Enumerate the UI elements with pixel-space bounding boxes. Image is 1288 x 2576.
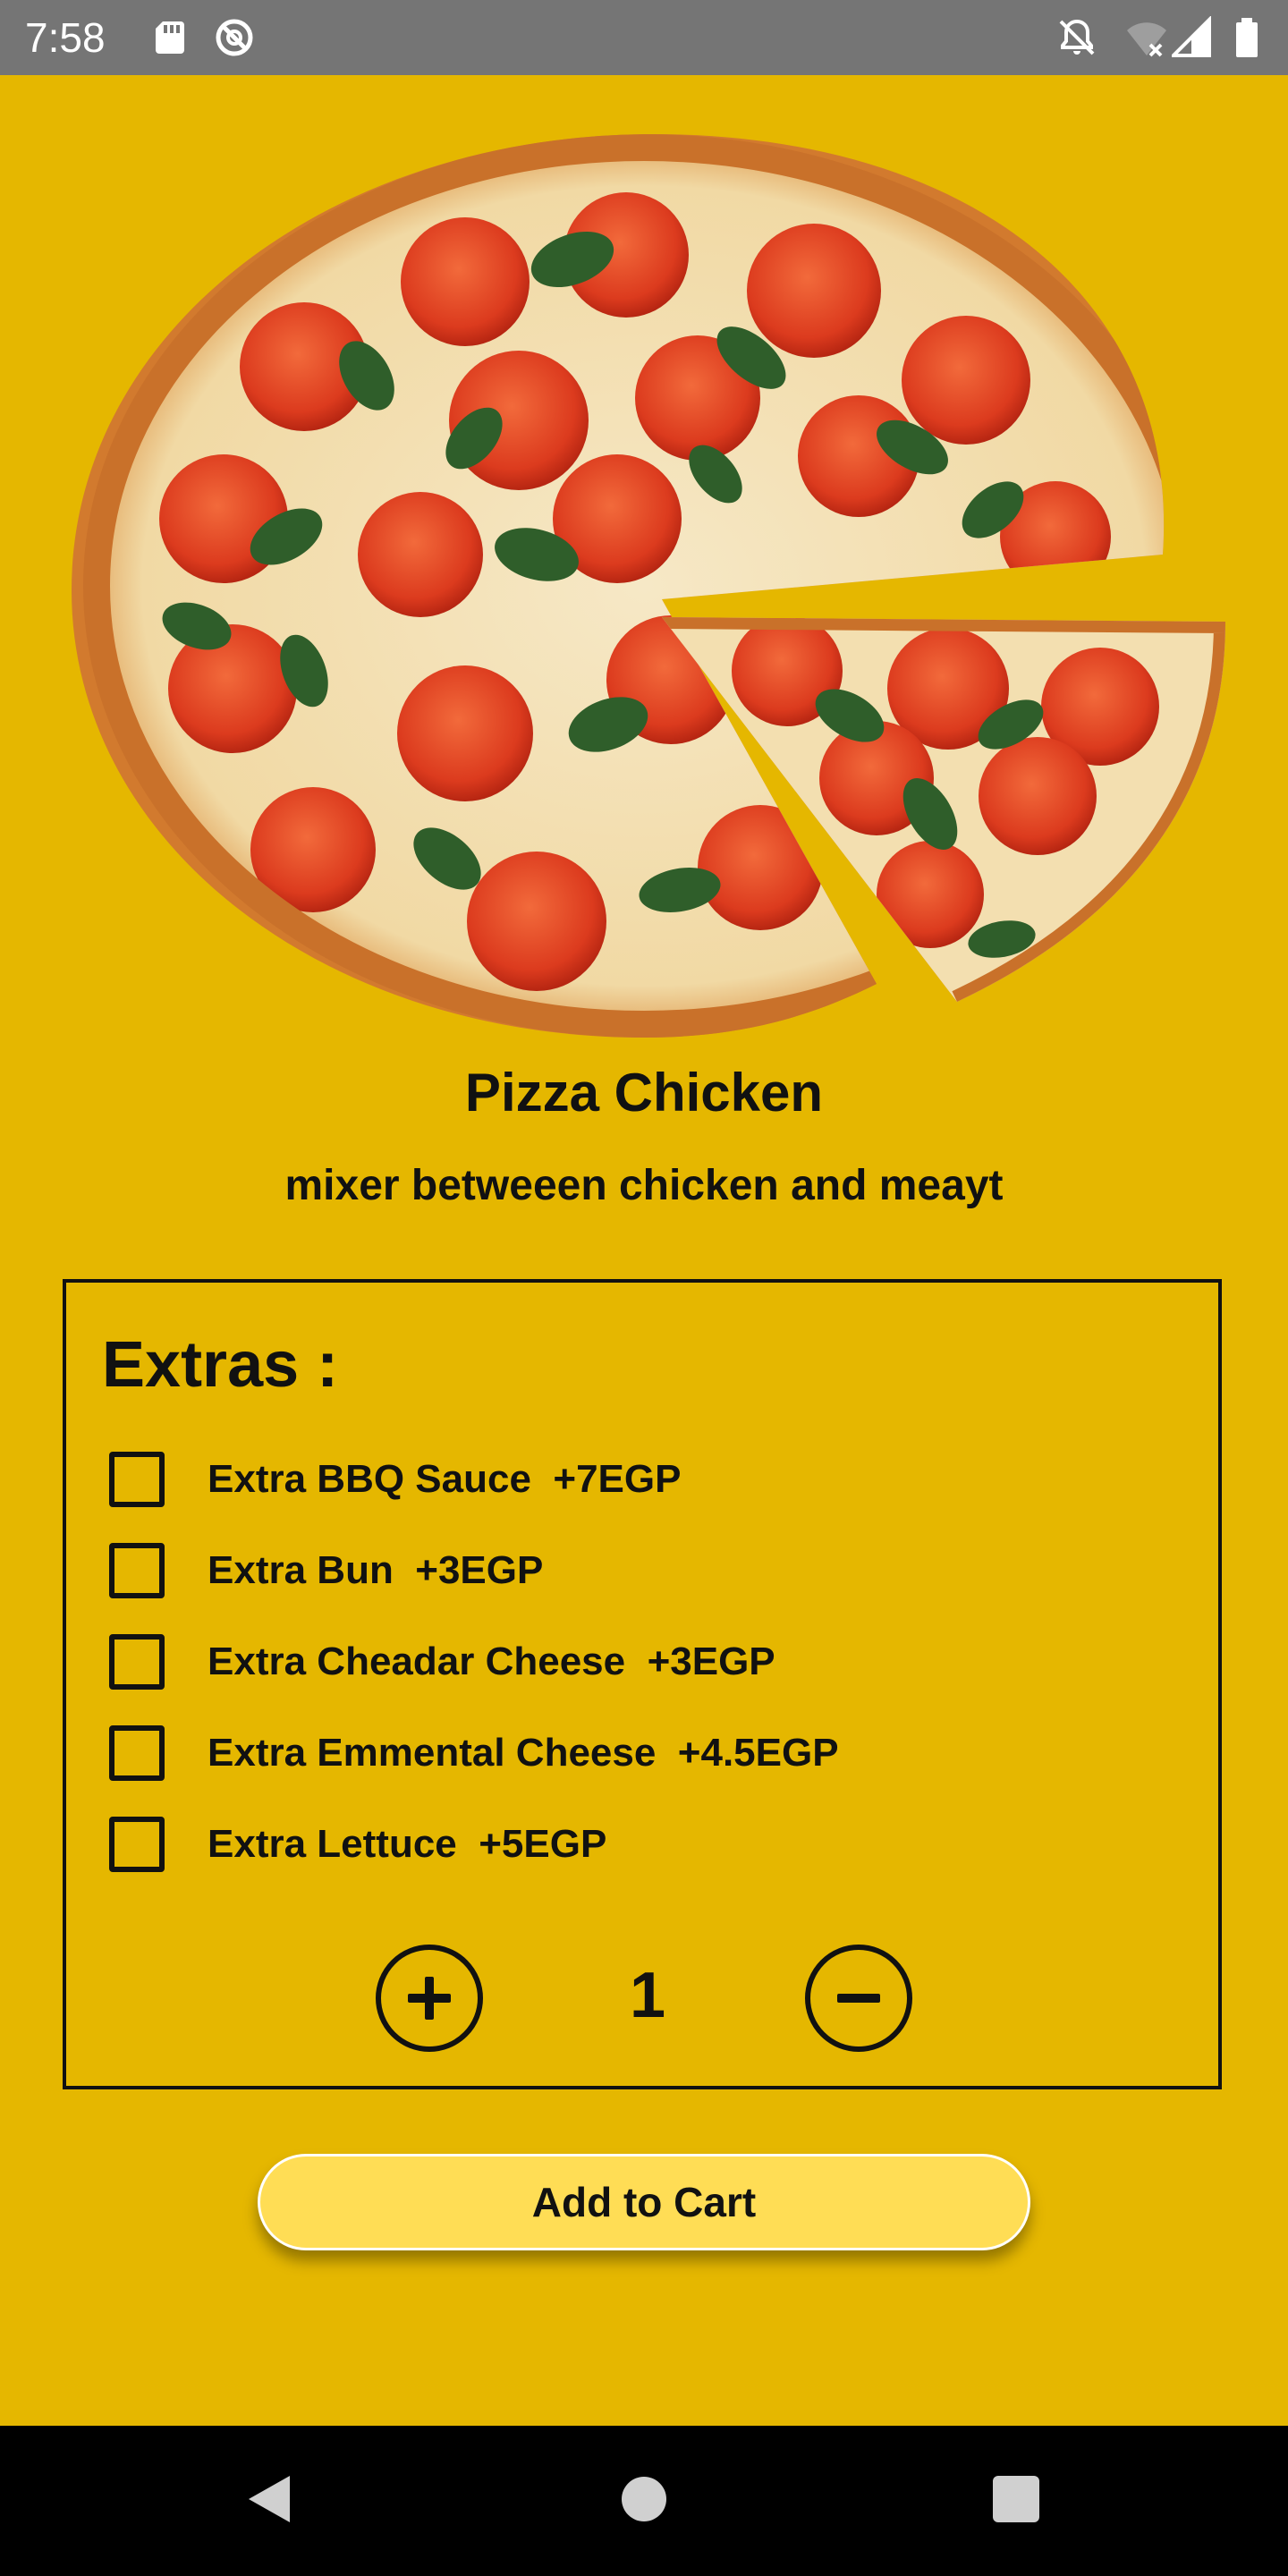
extra-item-lettuce[interactable]: Extra Lettuce +5EGP xyxy=(109,1809,1165,1880)
product-screen: 7:58 Pizza Chicken mixer betweeen chicke… xyxy=(0,0,1288,2576)
extra-checkbox-bbq-sauce[interactable] xyxy=(109,1452,165,1507)
add-to-cart-button[interactable]: Add to Cart xyxy=(258,2154,1030,2250)
increase-quantity-button[interactable] xyxy=(376,1945,483,2052)
sd-card-icon xyxy=(148,16,191,59)
cell-signal-icon xyxy=(1169,15,1215,59)
extra-item-bbq-sauce[interactable]: Extra BBQ Sauce +7EGP xyxy=(109,1444,1165,1515)
plus-icon xyxy=(408,1977,451,2020)
recents-icon[interactable] xyxy=(991,2470,1041,2532)
extra-item-bun[interactable]: Extra Bun +3EGP xyxy=(109,1535,1165,1606)
back-icon[interactable] xyxy=(242,2470,299,2532)
extra-checkbox-bun[interactable] xyxy=(109,1543,165,1598)
quantity-value: 1 xyxy=(629,1960,666,2031)
extras-panel: Extras : Extra BBQ Sauce +7EGP Extra Bun… xyxy=(63,1279,1222,2089)
extra-item-emmental-cheese[interactable]: Extra Emmental Cheese +4.5EGP xyxy=(109,1717,1165,1789)
status-bar: 7:58 xyxy=(0,0,1288,75)
extras-heading: Extras : xyxy=(102,1329,339,1401)
extra-label: Extra Emmental Cheese +4.5EGP xyxy=(208,1731,839,1775)
status-time: 7:58 xyxy=(25,14,106,61)
wifi-off-icon xyxy=(1125,16,1168,59)
extra-label: Extra Bun +3EGP xyxy=(208,1548,544,1592)
battery-icon xyxy=(1225,16,1268,59)
extra-checkbox-emmental-cheese[interactable] xyxy=(109,1725,165,1781)
notifications-off-icon xyxy=(1055,16,1098,59)
extra-label: Extra Lettuce +5EGP xyxy=(208,1822,607,1866)
extra-label: Extra BBQ Sauce +7EGP xyxy=(208,1457,682,1501)
extra-checkbox-lettuce[interactable] xyxy=(109,1817,165,1872)
product-description: mixer betweeen chicken and meayt xyxy=(284,1162,1004,1209)
navigation-bar xyxy=(0,2426,1288,2576)
extra-label: Extra Cheadar Cheese +3EGP xyxy=(208,1640,775,1683)
sync-blocked-icon xyxy=(213,16,256,59)
product-title: Pizza Chicken xyxy=(464,1063,824,1123)
decrease-quantity-button[interactable] xyxy=(805,1945,912,2052)
extra-checkbox-cheadar-cheese[interactable] xyxy=(109,1634,165,1690)
home-icon[interactable] xyxy=(621,2470,667,2532)
extra-item-cheadar-cheese[interactable]: Extra Cheadar Cheese +3EGP xyxy=(109,1626,1165,1698)
minus-icon xyxy=(837,1994,880,2003)
pizza-image xyxy=(72,134,1234,1046)
